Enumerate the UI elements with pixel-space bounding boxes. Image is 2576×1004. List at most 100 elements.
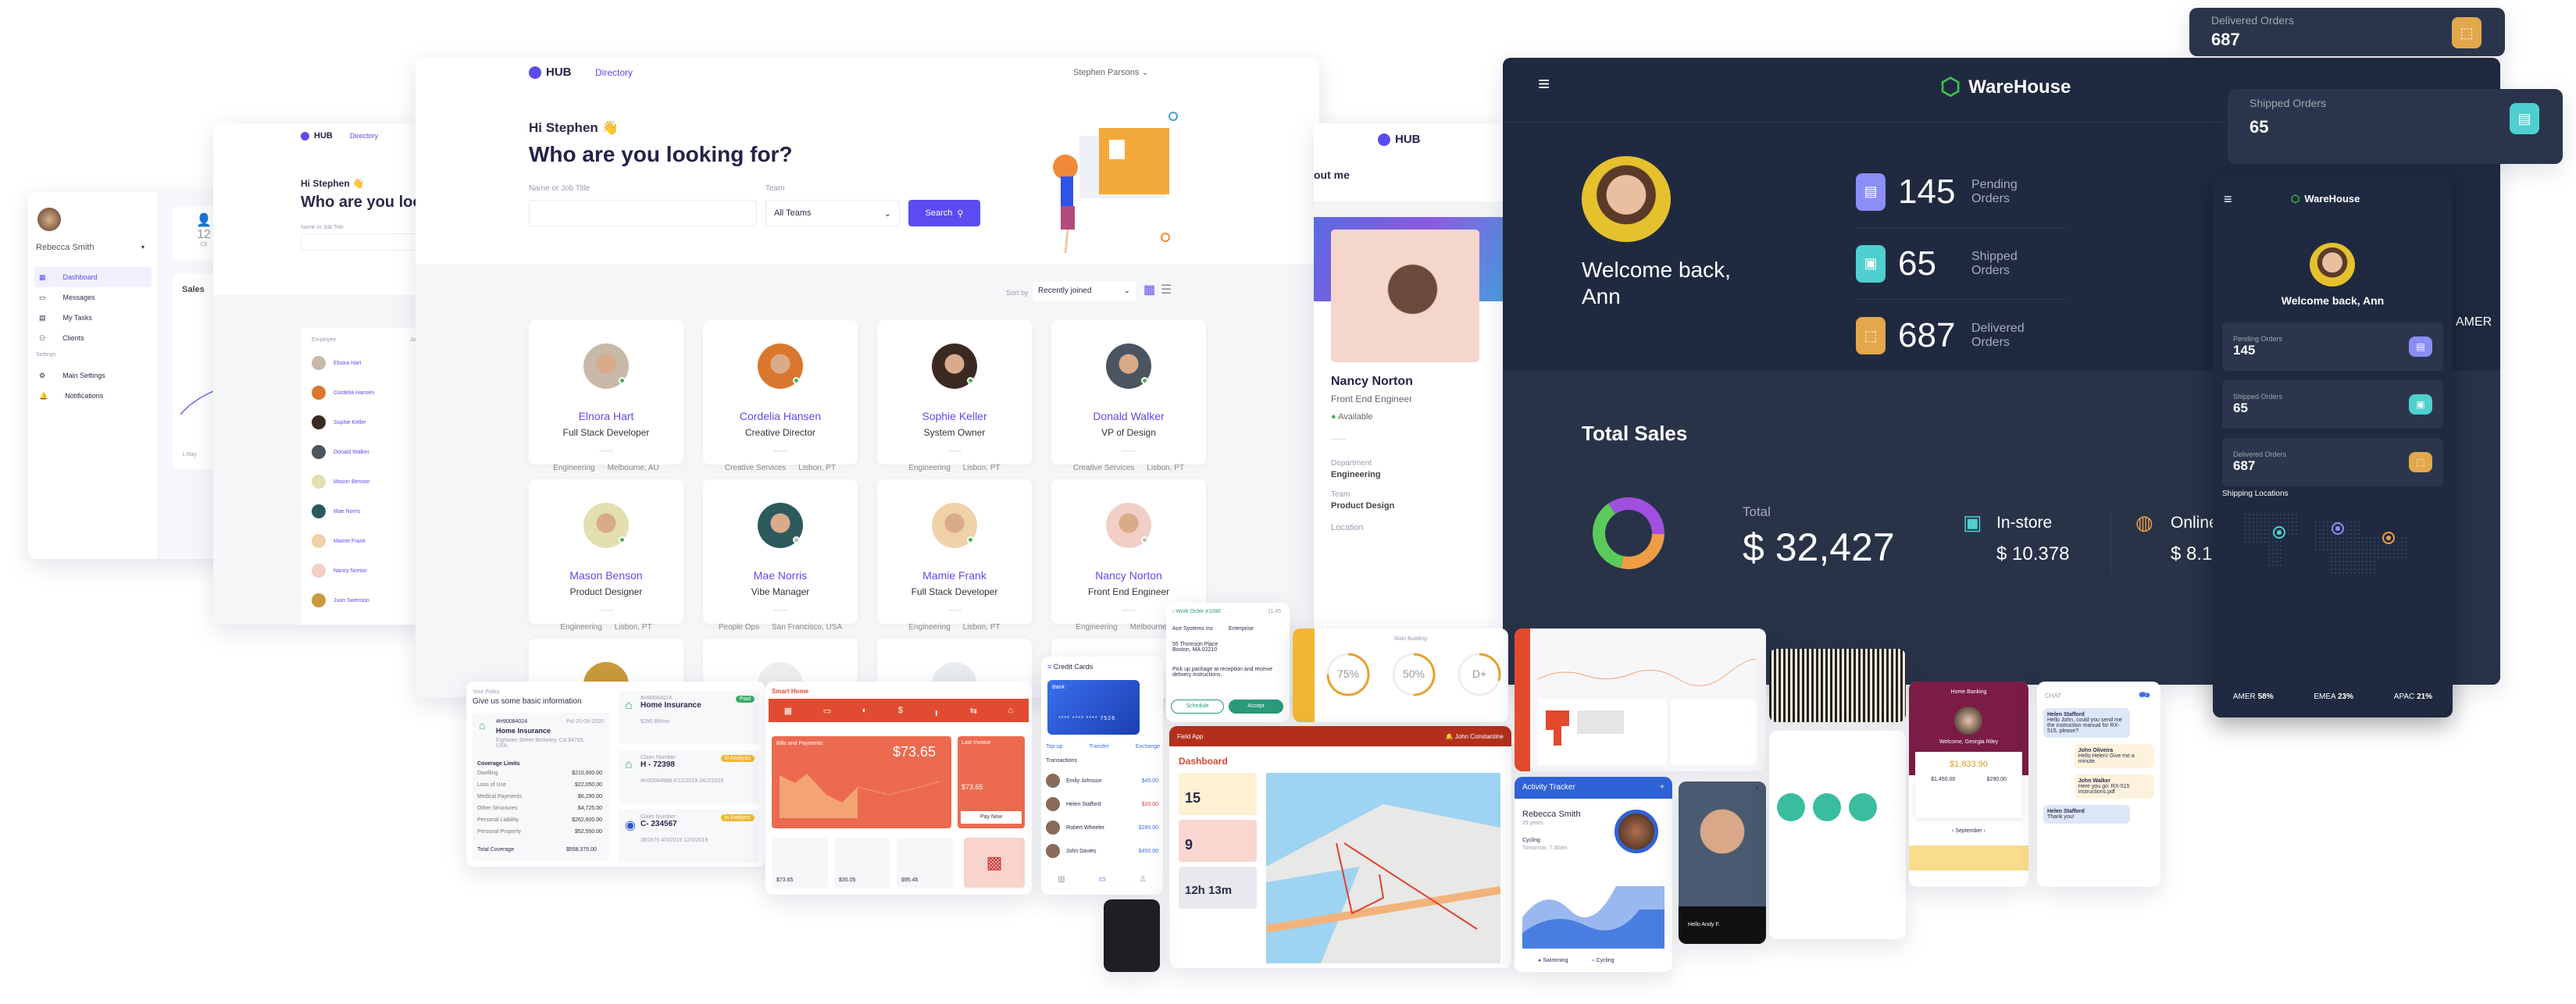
kpi-tile[interactable]: 15 (1179, 773, 1257, 815)
table-row[interactable]: Mae NorrisVi (312, 504, 424, 518)
sidebar-item[interactable]: ▤ My Tasks (34, 308, 152, 328)
policy-card[interactable]: ⌂ #H90084024 Home Insurance $290.89/mo Paid (619, 691, 759, 744)
profile-window: HUB out me Nancy Norton Front End Engine… (1314, 123, 1504, 654)
back-link[interactable]: ‹ Work Order #1090 (1172, 609, 1221, 614)
schedule-button[interactable]: Schedule (1171, 700, 1224, 714)
limit-row: Personal Liability $262,600.00 (477, 817, 602, 823)
activity-time: Tomorrow, 7:30am (1522, 846, 1568, 851)
kpi-tile[interactable]: 12h 13m (1179, 867, 1257, 909)
team-select[interactable]: All Teams ⌄ (765, 200, 900, 226)
user-menu[interactable]: Stephen Parsons ⌄ (1073, 67, 1149, 77)
user-icon[interactable]: ♙ (1140, 875, 1147, 884)
pay-now-button[interactable]: Pay Now (961, 811, 1022, 824)
user-name: Rebecca Smith (1522, 810, 1581, 819)
availability-status: ● Available (1331, 412, 1373, 422)
sidebar-item[interactable]: ⚇ Clients (34, 328, 152, 348)
card-action[interactable]: Transfer (1089, 744, 1109, 749)
table-row[interactable]: Mamie FrankFu (312, 534, 424, 548)
hub-logo[interactable]: HUB (301, 131, 333, 141)
nav-bar[interactable]: ▦ ▭ ◐ $ ╻ ⇆ ⌂ (769, 699, 1029, 722)
location-label: Location (1331, 523, 1364, 532)
avatar (583, 503, 629, 548)
deposits: $290.00 (1986, 777, 2007, 782)
limit-row: Personal Property $52,550.00 (477, 829, 602, 835)
accept-button[interactable]: Accept (1229, 700, 1283, 714)
table-row[interactable]: Mason BensonPr (312, 475, 424, 489)
invoice-tile[interactable]: $35.05 (834, 838, 890, 888)
policy-card[interactable]: ⌂ Claim Number H - 72398 #H90084598 4/12/20… (619, 750, 759, 803)
close-icon[interactable]: × (1755, 785, 1760, 793)
transaction-row[interactable]: John Davies $450.00 (1046, 839, 1158, 863)
employee-card[interactable]: Donald Walker VP of Design Creative Servic… (1051, 320, 1206, 472)
chart-icon[interactable]: ▥ (1058, 875, 1065, 884)
list-view-icon[interactable]: ☰ (1161, 284, 1172, 297)
month-selector[interactable]: ‹ September › (1909, 828, 2028, 834)
sidebar-item[interactable]: 🔔 Notifications (34, 386, 152, 406)
instore-value: $ 10.378 (1996, 543, 2070, 564)
hub-logo[interactable]: HUB (1378, 133, 1421, 146)
name-input[interactable] (529, 200, 757, 226)
grid-view-icon[interactable]: ▦ (1144, 284, 1155, 297)
employee-name: Donald Walker (1093, 410, 1165, 422)
search-button[interactable]: Search ⚲ (908, 200, 980, 226)
team-label: Team (1331, 490, 1350, 499)
employee-card[interactable]: Mamie Frank Full Stack Developer Engineeri… (877, 479, 1032, 632)
menu-icon[interactable]: ≡ (1047, 663, 1051, 671)
nav-directory[interactable]: Directory (350, 132, 378, 140)
profile-photo (1331, 230, 1479, 362)
transaction-row[interactable]: Helen Stafford $20.00 (1046, 792, 1158, 816)
employee-card[interactable]: Sophie Keller System Owner Engineering Lisb… (877, 320, 1032, 472)
table-row[interactable]: Elnora HartFu (312, 356, 424, 370)
stat-label: Pending Orders (2233, 335, 2283, 343)
kpi-tile[interactable]: 9 (1179, 820, 1257, 862)
online-indicator (619, 536, 626, 543)
user-menu[interactable]: 🔔 John Constantine (1446, 733, 1504, 740)
table-row[interactable]: Cordelia HansenCr (312, 386, 424, 400)
table-row[interactable]: Nancy NortonFr (312, 564, 424, 578)
add-icon[interactable]: + (1660, 783, 1664, 792)
invoice-tile[interactable]: $95.45 (897, 838, 953, 888)
nav-directory[interactable]: Directory (595, 67, 633, 78)
hamburger-menu-icon[interactable]: ≡ (1538, 72, 1550, 96)
route-map[interactable] (1266, 773, 1500, 963)
side-nav[interactable] (1293, 628, 1315, 722)
card-icon[interactable]: ▭ (1099, 875, 1106, 884)
employee-card[interactable]: Elnora Hart Full Stack Developer Engineeri… (529, 320, 683, 472)
sidebar-item[interactable]: ▦ Dashboard (34, 267, 152, 287)
avatar (312, 504, 326, 518)
hamburger-menu-icon[interactable]: ≡ (2224, 191, 2232, 208)
table-row[interactable]: Juan SwensonFu (312, 593, 424, 607)
avatar (312, 534, 326, 548)
qr-code-icon: ▩ (964, 838, 1025, 888)
chevron-down-icon[interactable]: ▾ (141, 244, 144, 251)
employee-card[interactable]: Mason Benson Product Designer Engineering L… (529, 479, 683, 632)
side-nav[interactable] (1515, 628, 1530, 771)
chat-bubbles-icon[interactable]: 🗪 (2139, 688, 2150, 704)
transaction-row[interactable]: Robert Wheeler $280.00 (1046, 816, 1158, 839)
name-label: Name or Job Title (529, 184, 590, 193)
warehouse-logo[interactable]: ⬡ WareHouse (2291, 193, 2360, 205)
card-action[interactable]: Exchange (1136, 744, 1160, 749)
employee-card[interactable]: Cordelia Hansen Creative Director Creative… (703, 320, 858, 472)
hub-logo[interactable]: HUB (529, 66, 572, 79)
card-value: 687 (2211, 30, 2240, 49)
table-row[interactable]: Sophie KellerSy (312, 415, 424, 429)
bank-card[interactable]: Bank **** **** **** 7526 (1047, 680, 1140, 735)
transaction-row[interactable]: Emily Johnson $45.00 (1046, 769, 1158, 792)
employee-card[interactable]: Mae Norris Vibe Manager People Ops San Fran… (703, 479, 858, 632)
table-row[interactable]: Donald WalkerVP (312, 445, 424, 459)
sort-select[interactable]: Recently joined ⌄ (1033, 281, 1136, 301)
search-icon: ⚲ (957, 208, 964, 219)
avatar (1046, 844, 1060, 858)
avatar (932, 503, 977, 548)
sidebar-item[interactable]: ▭ Messages (34, 287, 152, 308)
policy-card[interactable]: ◉ Claim Number C- 234567 3E0979 4/3/2019 12… (619, 810, 759, 863)
invoice-tile[interactable]: $73.65 (772, 838, 828, 888)
name-input[interactable] (301, 233, 424, 251)
limit-row: Loss of Use $22,050.00 (477, 782, 602, 788)
home-icon: ⌂ (625, 699, 633, 712)
card-action[interactable]: Top-up (1046, 744, 1062, 749)
field-app-window: Field App 🔔 John Constantine Dashboard 15… (1169, 726, 1511, 968)
sidebar-item[interactable]: ⚙ Main Settings (34, 365, 152, 386)
warehouse-logo[interactable]: ⬡ WareHouse (1940, 73, 2071, 101)
